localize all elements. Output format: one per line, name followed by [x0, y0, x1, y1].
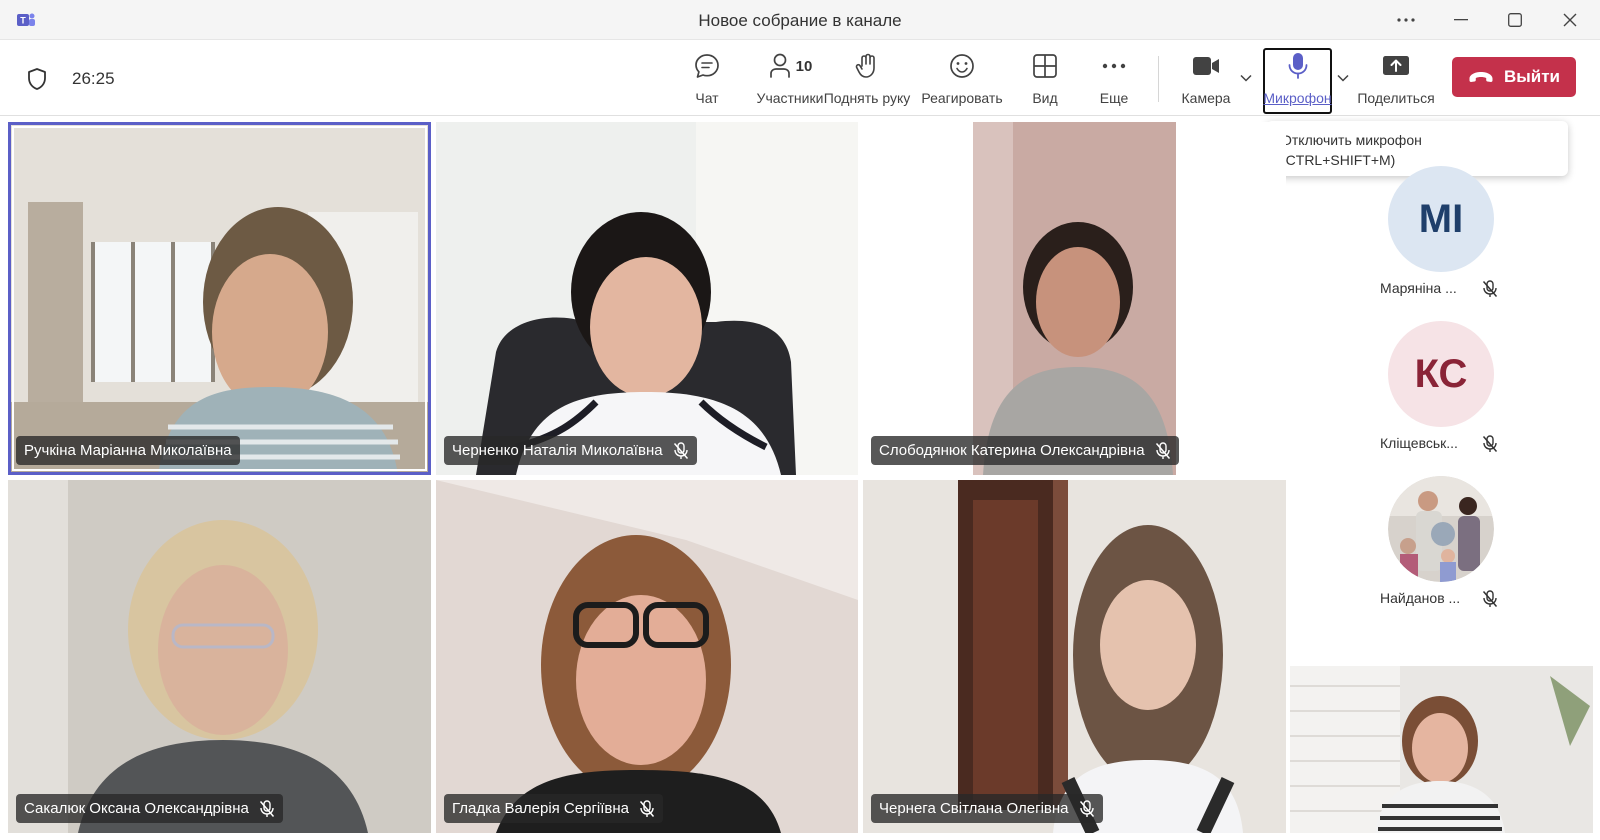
hand-icon — [853, 50, 881, 82]
participant-name: Чернега Світлана Олегівна — [879, 800, 1069, 817]
self-view-video[interactable] — [1290, 666, 1593, 833]
participant-name-tag: Ручкіна Маріанна Миколаївна — [16, 436, 240, 465]
camera-icon — [1192, 50, 1220, 82]
toolbar-divider — [1158, 56, 1159, 102]
participant-video — [863, 480, 1286, 833]
mic-off-icon — [1079, 799, 1095, 818]
tooltip-line-1: Отключить микрофон — [1281, 132, 1422, 148]
raise-hand-label: Поднять руку — [823, 90, 911, 106]
more-dots-icon[interactable] — [1388, 6, 1424, 34]
react-button[interactable]: Реагировать — [916, 50, 1008, 110]
title-bar: T Новое собрание в канале — [0, 0, 1600, 40]
participant-name: Черненко Наталія Миколаївна — [452, 442, 663, 459]
meeting-timer: 26:25 — [72, 69, 115, 88]
more-label: Еще — [1099, 90, 1129, 106]
roster-participant[interactable]: КС Кліщевськ... — [1380, 321, 1520, 452]
microphone-icon — [1287, 50, 1309, 82]
view-button[interactable]: Вид — [1030, 50, 1060, 110]
close-icon[interactable] — [1552, 6, 1588, 34]
chat-icon — [693, 50, 721, 82]
avatar: КС — [1388, 321, 1494, 427]
participant-video — [863, 122, 1286, 475]
phone-hangup-icon — [1469, 72, 1493, 82]
roster-participant[interactable]: MI Маряніна ... — [1380, 166, 1520, 297]
mic-off-icon — [1482, 590, 1498, 607]
share-label: Поделиться — [1357, 90, 1435, 106]
person-icon — [769, 53, 790, 78]
mic-off-icon — [639, 799, 655, 818]
maximize-icon[interactable] — [1497, 6, 1533, 34]
window-title: Новое собрание в канале — [698, 11, 902, 30]
mic-off-icon — [673, 441, 689, 460]
more-actions-button[interactable]: Еще — [1099, 50, 1129, 110]
react-label: Реагировать — [921, 90, 1003, 106]
roster-name: Маряніна ... — [1380, 280, 1457, 296]
mic-off-icon — [259, 799, 275, 818]
avatar: MI — [1388, 166, 1494, 272]
microphone-label: Микрофон — [1263, 90, 1332, 106]
participants-count: 10 — [795, 57, 813, 75]
roster-name: Кліщевськ... — [1380, 435, 1458, 451]
chevron-down-icon[interactable] — [1335, 70, 1351, 86]
participant-name-tag: Гладка Валерія Сергіївна — [444, 794, 664, 823]
participant-name-tag: Сакалюк Оксана Олександрівна — [16, 794, 283, 823]
roster-participant[interactable]: Найданов ... — [1380, 476, 1520, 607]
share-screen-icon — [1382, 50, 1410, 82]
avatar — [1388, 476, 1494, 582]
grid-view-icon — [1032, 50, 1058, 82]
participant-video — [436, 122, 858, 475]
chevron-down-icon[interactable] — [1238, 70, 1254, 86]
participant-video — [436, 480, 858, 833]
chat-label: Чат — [695, 90, 719, 106]
smiley-icon — [948, 50, 976, 82]
participant-name: Гладка Валерія Сергіївна — [452, 800, 630, 817]
video-tile[interactable]: Черненко Наталія Миколаївна — [436, 122, 858, 475]
chat-button[interactable]: Чат — [690, 50, 724, 110]
video-tile[interactable]: Чернега Світлана Олегівна — [863, 480, 1286, 833]
minimize-icon[interactable] — [1443, 6, 1479, 34]
raise-hand-button[interactable]: Поднять руку — [824, 50, 910, 110]
mic-off-icon — [1155, 441, 1171, 460]
video-tile[interactable]: Слободянюк Катерина Олександрівна — [863, 122, 1286, 475]
participant-name: Сакалюк Оксана Олександрівна — [24, 800, 249, 817]
camera-button[interactable]: Камера — [1180, 50, 1232, 110]
mic-off-icon — [1482, 435, 1498, 452]
participants-button[interactable]: 10 Участники — [744, 50, 836, 110]
roster-name: Найданов ... — [1380, 590, 1461, 606]
participant-name-tag: Черненко Наталія Миколаївна — [444, 436, 697, 465]
meeting-toolbar: 26:25 Чат 10 Участники Поднять руку Реаг… — [0, 40, 1600, 116]
mic-off-icon — [1482, 280, 1498, 297]
participant-video — [1290, 666, 1593, 833]
video-tile[interactable]: Ручкіна Маріанна Миколаївна — [8, 122, 431, 475]
participant-name: Слободянюк Катерина Олександрівна — [879, 442, 1145, 459]
microphone-button[interactable]: Микрофон — [1263, 48, 1332, 114]
share-button[interactable]: Поделиться — [1356, 50, 1436, 110]
leave-button[interactable]: Выйти — [1452, 57, 1576, 97]
participant-video — [8, 480, 431, 833]
video-tile[interactable]: Сакалюк Оксана Олександрівна — [8, 480, 431, 833]
leave-label: Выйти — [1503, 67, 1561, 86]
participant-name-tag: Слободянюк Катерина Олександрівна — [871, 436, 1179, 465]
more-dots-icon — [1102, 50, 1126, 82]
video-tile[interactable]: Гладка Валерія Сергіївна — [436, 480, 858, 833]
view-label: Вид — [1032, 90, 1058, 106]
participants-label: Участники — [756, 90, 824, 106]
shield-icon[interactable] — [26, 67, 48, 91]
participant-video — [8, 122, 431, 475]
camera-label: Камера — [1181, 90, 1231, 106]
participant-name: Ручкіна Маріанна Миколаївна — [24, 442, 232, 459]
participant-name-tag: Чернега Світлана Олегівна — [871, 794, 1103, 823]
